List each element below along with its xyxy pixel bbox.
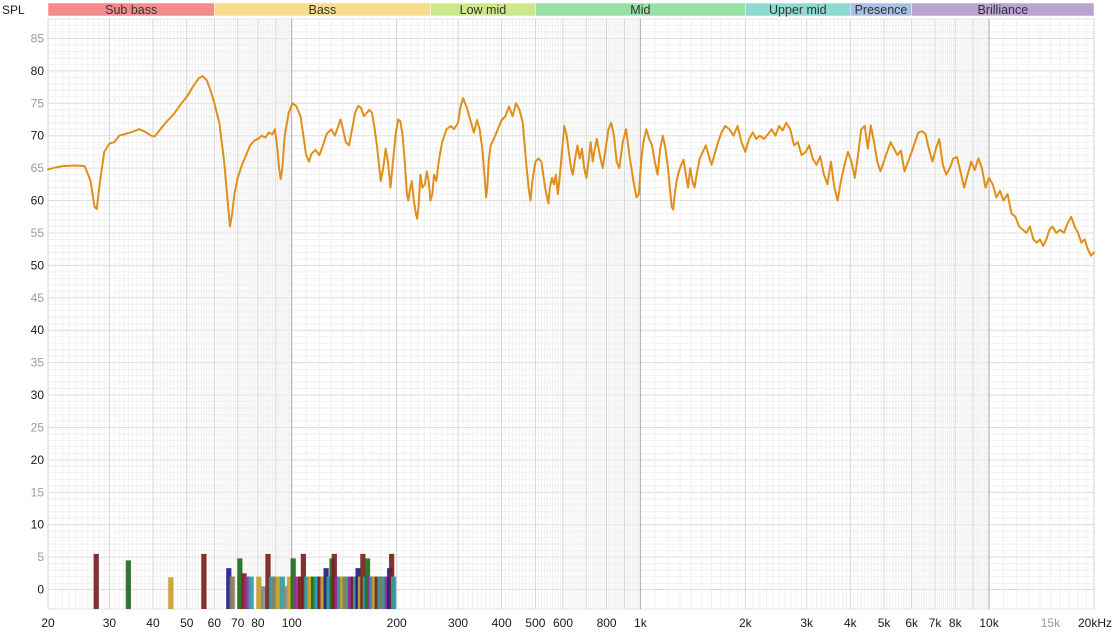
x-axis-ticks: 20 30 40 50 60 70 80 100 200 300 400 500 600 800 1k 2k 3…	[41, 616, 1112, 630]
y-tick-label: 35	[31, 356, 45, 370]
band-label: Upper mid	[769, 3, 827, 17]
x-tick-label: 100	[282, 616, 302, 630]
peak-bar	[260, 586, 267, 609]
x-tick-label: 8k	[949, 616, 963, 630]
band-label: Brilliance	[977, 3, 1028, 17]
y-tick-label: 70	[31, 129, 45, 143]
peak-bar	[256, 576, 262, 609]
x-tick-label: 60	[208, 616, 222, 630]
grid-lines	[47, 18, 1095, 610]
y-tick-label: 55	[31, 226, 45, 240]
x-tick-label: 7k	[929, 616, 943, 630]
peak-bars	[93, 553, 397, 609]
y-tick-label: 20	[31, 453, 45, 467]
x-tick-label: 6k	[905, 616, 919, 630]
x-tick-label: 20	[41, 616, 55, 630]
y-tick-label: 60	[31, 194, 45, 208]
x-tick-label: 800	[597, 616, 617, 630]
x-tick-label: 500	[525, 616, 545, 630]
y-tick-label: 30	[31, 388, 45, 402]
x-tick-label: 40	[146, 616, 160, 630]
peak-bar	[201, 553, 207, 609]
x-tick-label: 50	[180, 616, 194, 630]
y-tick-label: 0	[37, 583, 44, 597]
y-axis-label: SPL	[2, 3, 25, 17]
x-tick-label: 70	[231, 616, 245, 630]
peak-bar	[93, 553, 99, 609]
x-tick-label: 400	[492, 616, 512, 630]
x-tick-label: 20kHz	[1078, 616, 1112, 630]
band-label: Bass	[309, 3, 337, 17]
frequency-response-chart: Sub bass Bass Low mid Mid Upper mid Presence B…	[2, 2, 1112, 630]
x-tick-label: 5k	[878, 616, 892, 630]
peak-bar	[168, 577, 174, 609]
band-label: Sub bass	[105, 3, 157, 17]
y-tick-label: 85	[31, 31, 45, 45]
y-tick-label: 50	[31, 258, 45, 272]
y-tick-label: 75	[31, 96, 45, 110]
x-tick-label: 15k	[1041, 616, 1061, 630]
x-tick-label: 2k	[739, 616, 753, 630]
y-tick-label: 5	[37, 550, 44, 564]
band-label: Presence	[855, 3, 908, 17]
frequency-band-header: Sub bass Bass Low mid Mid Upper mid Presence B…	[47, 2, 1095, 17]
peak-bar	[248, 576, 254, 609]
y-tick-label: 45	[31, 291, 45, 305]
x-tick-label: 10k	[979, 616, 999, 630]
band-label: Low mid	[460, 3, 507, 17]
x-tick-label: 30	[103, 616, 117, 630]
y-tick-label: 25	[31, 420, 45, 434]
y-tick-label: 40	[31, 323, 45, 337]
x-tick-label: 3k	[800, 616, 814, 630]
peak-bar	[391, 576, 397, 609]
x-tick-label: 4k	[844, 616, 858, 630]
x-tick-label: 200	[387, 616, 407, 630]
x-tick-label: 300	[448, 616, 468, 630]
x-tick-label: 1k	[634, 616, 648, 630]
peak-bar	[229, 576, 235, 609]
y-axis-ticks: 8580757065605550454035302520151050	[31, 31, 45, 596]
y-tick-label: 10	[31, 518, 45, 532]
peak-bar	[125, 560, 131, 609]
y-tick-label: 65	[31, 161, 45, 175]
y-tick-label: 80	[31, 64, 45, 78]
x-tick-label: 80	[251, 616, 265, 630]
x-tick-label: 600	[553, 616, 573, 630]
band-label: Mid	[630, 3, 650, 17]
y-tick-label: 15	[31, 485, 45, 499]
